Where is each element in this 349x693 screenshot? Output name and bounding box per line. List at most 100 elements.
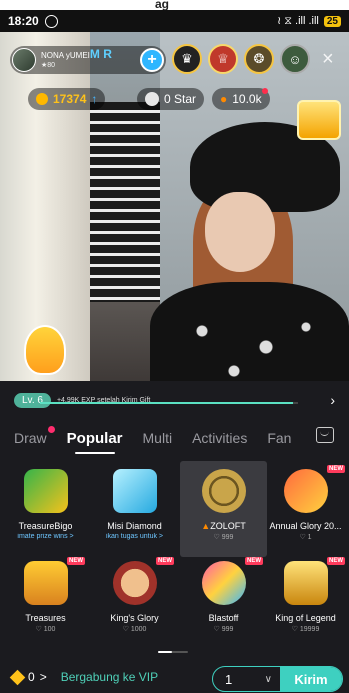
top-strip-text: ag — [155, 0, 170, 11]
gift-name: Misi Diamond — [107, 521, 162, 531]
mascot-icon[interactable] — [24, 325, 66, 375]
king-of-legend-icon — [283, 561, 328, 605]
quantity-value: 1 — [225, 671, 233, 687]
follow-button[interactable]: + — [140, 48, 164, 72]
page-indicator — [158, 651, 188, 653]
join-vip-link[interactable]: Bergabung ke VIP — [61, 670, 158, 684]
host-info[interactable]: NONA yUMEIM R ★80 — [41, 47, 112, 71]
gift-item[interactable]: NEW Treasures ♡ 100 — [2, 553, 89, 649]
gift-price: ♡ 100 — [35, 626, 56, 633]
background-stairs — [90, 102, 160, 302]
annual-glory-icon — [283, 469, 328, 513]
notification-dot — [47, 426, 55, 433]
top-strip: ag — [0, 0, 349, 10]
gift-price: ♡ 999 — [213, 626, 234, 633]
gift-item[interactable]: NEW King's Glory ♡ 1000 — [91, 553, 178, 649]
kings-glory-icon — [112, 561, 157, 605]
tab-activities[interactable]: Activities — [192, 430, 247, 446]
arrow-up-icon: ↑ — [91, 92, 98, 106]
whatsapp-icon — [44, 14, 58, 28]
send-group: 1 ∨ Kirim — [212, 666, 343, 692]
gift-name: King's Glory — [110, 613, 159, 623]
bottom-bar: 0 > Bergabung ke VIP 1 ∨ Kirim — [0, 661, 349, 693]
new-badge: NEW — [327, 465, 345, 473]
level-badge: Lv. 6 — [14, 392, 51, 408]
gift-name: Treasures — [25, 613, 66, 623]
gift-name: Blastoff — [208, 613, 239, 623]
stars-pill[interactable]: 0 Star — [137, 88, 205, 110]
coins-pill[interactable]: 17374 ↑ — [28, 88, 106, 110]
top-viewers: ♛ ♕ ❂ ☺ — [172, 44, 310, 74]
new-badge: NEW — [156, 557, 174, 565]
gift-name: King of Legend — [275, 613, 336, 623]
level-bar[interactable]: Lv. 6 +4,99K EXP setelah Kirim Gift › — [0, 389, 349, 411]
gift-name: TreasureBigo — [18, 521, 73, 531]
new-badge: NEW — [245, 557, 263, 565]
gift-subtitle: ikan tugas untuk > — [105, 533, 163, 540]
treasure-chest-icon[interactable] — [297, 100, 341, 140]
host-avatar[interactable] — [12, 48, 36, 72]
coins-value: 17374 — [53, 92, 87, 106]
heat-pill[interactable]: ● 10.0k — [212, 88, 270, 110]
new-badge: NEW — [327, 557, 345, 565]
send-button[interactable]: Kirim — [280, 667, 342, 691]
treasure-bigo-icon — [23, 469, 68, 513]
streamer-shirt-pattern — [170, 307, 330, 387]
status-icons: ≀ ⧖ .ill .ill 25 — [277, 14, 341, 28]
tab-fan[interactable]: Fan — [267, 430, 291, 446]
chevron-right-icon[interactable]: › — [330, 392, 335, 408]
gift-item[interactable]: NEW King of Legend ♡ 19999 — [262, 553, 349, 649]
host-info-bar[interactable]: NONA yUMEIM R ★80 + — [10, 46, 166, 74]
host-name: NONA yUMEIM R — [41, 47, 112, 61]
chevron-down-icon: ∨ — [264, 673, 272, 685]
viewer-avatar[interactable]: ♛ — [172, 44, 202, 74]
gift-item[interactable]: TreasureBigo imate prize wins > — [2, 461, 89, 557]
gift-item[interactable]: Misi Diamond ikan tugas untuk > — [91, 461, 178, 557]
viewer-avatar[interactable]: ❂ — [244, 44, 274, 74]
stars-value: 0 Star — [164, 92, 197, 106]
chevron-right-icon: > — [39, 670, 47, 684]
streamer-face — [205, 192, 275, 272]
bag-icon[interactable] — [316, 427, 334, 443]
flame-icon: ▲ — [201, 521, 211, 531]
gift-name: ▲ZOLOFT — [201, 521, 246, 531]
viewer-avatar[interactable]: ☺ — [280, 44, 310, 74]
gift-item-selected[interactable]: ▲ZOLOFT ♡ 999 — [180, 461, 267, 557]
gift-panel: Lv. 6 +4,99K EXP setelah Kirim Gift › Dr… — [0, 381, 349, 693]
diamond-icon — [112, 469, 157, 513]
level-progress-track — [40, 402, 298, 404]
battery-icon: 25 — [323, 15, 341, 27]
viewer-avatar[interactable]: ♕ — [208, 44, 238, 74]
gift-price: ♡ 1 — [299, 534, 312, 541]
gift-tabs: Draw Popular Multi Activities Fan — [0, 421, 349, 455]
quantity-selector[interactable]: 1 ∨ — [213, 672, 280, 687]
blastoff-icon — [201, 561, 246, 605]
gift-price: ♡ 999 — [213, 534, 234, 541]
notification-dot — [261, 88, 268, 94]
gift-item[interactable]: NEW Annual Glory 20... ♡ 1 — [262, 461, 349, 557]
status-bar: 18:20 ≀ ⧖ .ill .ill 25 — [0, 10, 349, 32]
coin-icon — [36, 93, 48, 105]
tab-multi[interactable]: Multi — [143, 430, 173, 446]
diamond-icon — [9, 669, 26, 685]
level-progress-fill — [40, 402, 293, 404]
star-icon — [145, 92, 159, 106]
flame-icon: ● — [220, 92, 228, 106]
tab-draw[interactable]: Draw — [14, 426, 55, 446]
tab-popular[interactable]: Popular — [67, 430, 123, 454]
treasures-icon — [23, 561, 68, 605]
heat-value: 10.0k — [232, 92, 262, 106]
diamond-balance[interactable]: 0 > — [9, 669, 47, 685]
gift-name: Annual Glory 20... — [269, 521, 342, 531]
gift-item[interactable]: NEW Blastoff ♡ 999 — [180, 553, 267, 649]
new-badge: NEW — [67, 557, 85, 565]
gift-subtitle: imate prize wins > — [17, 533, 74, 540]
host-fans: ★80 — [41, 62, 56, 69]
close-icon[interactable]: × — [322, 48, 334, 71]
status-time: 18:20 — [8, 14, 39, 28]
page-indicator-active — [158, 651, 172, 653]
signal-icons: ≀ ⧖ .ill .ill — [277, 15, 319, 27]
gift-price: ♡ 19999 — [291, 626, 320, 633]
gift-price: ♡ 1000 — [122, 626, 147, 633]
balance-value: 0 — [28, 670, 35, 684]
